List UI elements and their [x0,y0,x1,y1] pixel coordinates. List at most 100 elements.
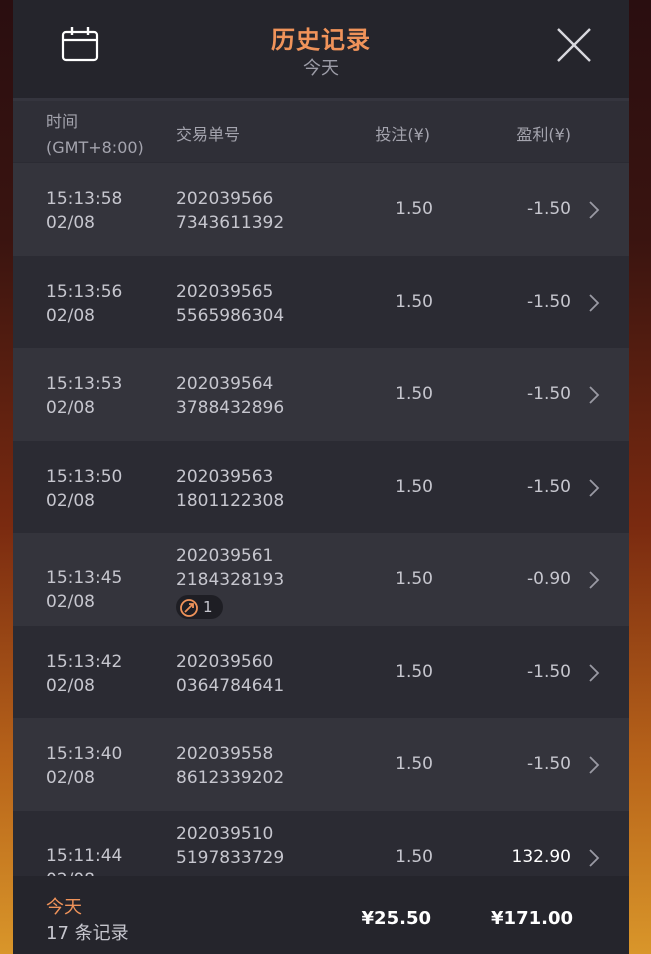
row-profit: -1.50 [527,199,571,219]
row-order: 202039566 7343611392 [176,187,284,235]
badge-count: 1 [203,598,213,616]
row-bet: 1.50 [395,754,433,774]
row-bet: 1.50 [395,199,433,219]
row-date-value: 02/08 [46,490,95,511]
row-order-part1: 202039561 [176,546,274,566]
chevron-right-icon[interactable] [588,200,600,220]
row-order: 202039560 0364784641 [176,650,284,698]
chevron-right-icon[interactable] [588,478,600,498]
row-date-value: 02/08 [46,675,95,696]
footer-period: 今天 [46,897,82,918]
row-order: 202039563 1801122308 [176,465,284,513]
row-date-value: 02/08 [46,592,95,612]
row-order: 202039565 5565986304 [176,280,284,328]
free-spin-icon [180,598,198,617]
column-order: 交易单号 [176,125,241,144]
chevron-right-icon[interactable] [588,293,600,313]
row-time-value: 15:13:58 [46,189,123,209]
row-profit: -1.50 [527,291,571,312]
row-bet: 1.50 [395,476,433,497]
free-spin-badge: 1 [176,595,223,619]
row-bet: 1.50 [395,569,433,589]
row-order-part2: 1801122308 [176,490,285,511]
history-row[interactable]: 15:13:40 02/08 202039558 8612339202 1.50… [13,718,629,811]
chevron-right-icon[interactable] [588,848,600,868]
row-time-value: 15:11:44 [46,845,123,866]
row-order-part2: 5197833729 [176,847,285,868]
row-date-value: 02/08 [46,213,95,233]
row-order: 202039564 3788432896 [176,372,284,420]
page-subtitle: 今天 [303,58,339,79]
history-row[interactable]: 15:13:58 02/08 202039566 7343611392 1.50… [13,163,629,256]
row-bet: 1.50 [395,846,433,867]
row-order: 202039510 5197833729 [176,822,284,870]
row-order-part1: 202039560 [176,651,274,672]
row-order-part1: 202039565 [176,281,274,302]
column-time-label: 时间 [46,112,79,131]
row-time: 15:13:45 02/08 [46,566,122,614]
column-header: 时间 (GMT+8:00) 交易单号 投注(¥) 盈利(¥) [13,101,629,162]
footer-total-bet: ¥25.50 [361,908,431,929]
row-time-value: 15:13:42 [46,651,123,672]
history-row[interactable]: 15:13:50 02/08 202039563 1801122308 1.50… [13,440,629,533]
row-time: 15:13:50 02/08 [46,465,122,513]
row-bet: 1.50 [395,291,433,312]
row-time: 15:13:42 02/08 [46,650,122,698]
row-order: 202039561 2184328193 1 [176,544,284,619]
history-row[interactable]: 15:13:42 02/08 202039560 0364784641 1.50… [13,625,629,718]
footer-total-profit: ¥171.00 [491,908,573,929]
row-order-part2: 2184328193 [176,570,285,590]
row-profit: 132.90 [511,846,571,867]
column-bet: 投注(¥) [375,125,430,144]
row-profit: -1.50 [527,754,571,774]
row-order-part1: 202039510 [176,823,274,844]
page-title: 历史记录 [271,26,371,54]
row-time-value: 15:13:56 [46,281,123,302]
row-time: 15:13:53 02/08 [46,372,122,420]
row-order-part2: 7343611392 [176,213,285,233]
row-order-part1: 202039564 [176,374,274,394]
row-time-value: 15:13:45 [46,568,123,588]
chevron-right-icon[interactable] [588,570,600,590]
history-list[interactable]: 15:13:58 02/08 202039566 7343611392 1.50… [13,163,629,876]
row-date-value: 02/08 [46,398,95,418]
row-date-value: 02/08 [46,305,95,326]
row-profit: -1.50 [527,661,571,682]
row-time-value: 15:13:40 [46,744,123,764]
close-icon[interactable] [556,27,592,63]
history-row[interactable]: 15:13:45 02/08 202039561 2184328193 1 1.… [13,533,629,626]
row-bet: 1.50 [395,661,433,682]
chevron-right-icon[interactable] [588,385,600,405]
row-order-part2: 5565986304 [176,305,285,326]
column-time: 时间 (GMT+8:00) [46,109,144,161]
row-time-value: 15:13:50 [46,466,123,487]
footer-record-count: 17 条记录 [46,923,129,944]
row-order-part1: 202039563 [176,466,274,487]
row-order-part1: 202039566 [176,189,274,209]
history-row[interactable]: 15:13:53 02/08 202039564 3788432896 1.50… [13,348,629,441]
column-profit: 盈利(¥) [516,125,571,144]
row-time: 15:13:40 02/08 [46,742,122,790]
row-profit: -0.90 [527,569,571,589]
row-order-part2: 3788432896 [176,398,285,418]
row-order-part2: 0364784641 [176,675,285,696]
history-row[interactable]: 15:13:56 02/08 202039565 5565986304 1.50… [13,255,629,348]
header: 历史记录 今天 [13,0,629,101]
chevron-right-icon[interactable] [588,663,600,683]
row-time-value: 15:13:53 [46,374,123,394]
row-bet: 1.50 [395,384,433,404]
row-order: 202039558 8612339202 [176,742,284,790]
row-profit: -1.50 [527,384,571,404]
row-date-value: 02/08 [46,768,95,788]
row-date-value: 02/08 [46,868,122,877]
chevron-right-icon[interactable] [588,755,600,775]
row-profit: -1.50 [527,476,571,497]
summary-footer: 今天 17 条记录 ¥25.50 ¥171.00 [13,876,629,954]
row-order-part1: 202039558 [176,744,274,764]
row-time: 15:11:44 02/08 [46,844,122,877]
row-time: 15:13:58 02/08 [46,187,122,235]
history-panel: 历史记录 今天 时间 (GMT+8:00) 交易单号 投注(¥) 盈利(¥) 1… [13,0,629,954]
column-timezone-label: (GMT+8:00) [46,138,144,157]
history-row[interactable]: 15:11:44 02/08 202039510 5197833729 1.50… [13,810,629,877]
row-order-part2: 8612339202 [176,768,285,788]
